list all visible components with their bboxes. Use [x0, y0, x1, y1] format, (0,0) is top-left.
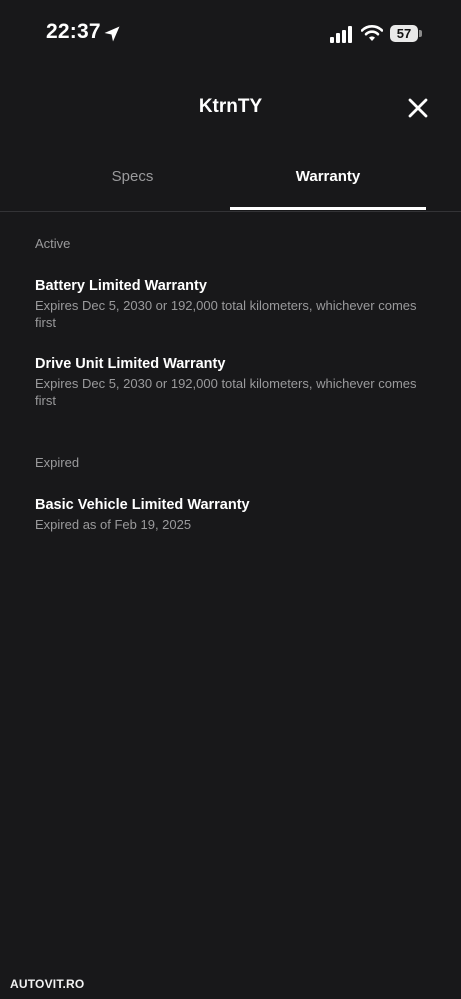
battery-icon: 57 [390, 25, 422, 42]
status-time: 22:37 [46, 20, 101, 43]
warranty-expiry: Expires Dec 5, 2030 or 192,000 total kil… [35, 298, 417, 330]
warranty-item-drive-unit[interactable]: Drive Unit Limited Warranty Expires Dec … [35, 354, 425, 409]
warranty-expiry: Expires Dec 5, 2030 or 192,000 total kil… [35, 376, 417, 408]
warranty-expiry: Expired as of Feb 19, 2025 [35, 517, 192, 532]
warranty-title: Drive Unit Limited Warranty [35, 356, 226, 372]
page-title: KtrnTY [198, 96, 263, 117]
battery-tip [419, 30, 422, 37]
tab-warranty[interactable]: Warranty [230, 152, 426, 209]
status-bar: 22:37 57 [0, 0, 461, 70]
tab-bar: Specs Warranty [0, 152, 461, 212]
tab-specs[interactable]: Specs [35, 152, 230, 209]
location-arrow-icon [104, 26, 120, 42]
section-label-expired: Expired [35, 455, 80, 470]
wifi-icon [361, 25, 383, 41]
battery-level: 57 [390, 25, 418, 42]
cellular-signal-icon [330, 26, 352, 43]
section-label-active: Active [35, 236, 71, 251]
warranty-title: Battery Limited Warranty [35, 278, 207, 294]
close-icon[interactable] [404, 94, 432, 122]
watermark: AUTOVIT.RO [10, 977, 85, 991]
active-tab-indicator [230, 207, 426, 210]
warranty-title: Basic Vehicle Limited Warranty [35, 497, 250, 513]
warranty-item-battery[interactable]: Battery Limited Warranty Expires Dec 5, … [35, 276, 425, 331]
warranty-item-basic-vehicle[interactable]: Basic Vehicle Limited Warranty Expired a… [35, 495, 425, 533]
